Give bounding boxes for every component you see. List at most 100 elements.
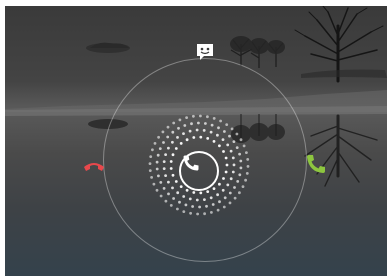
wave-dot — [245, 172, 249, 175]
wave-dot — [148, 169, 152, 173]
wave-dot — [238, 152, 242, 156]
wave-dot — [188, 129, 192, 133]
wave-dot — [239, 166, 243, 170]
wave-dot — [239, 138, 243, 142]
wave-dot — [149, 155, 153, 159]
smiley-message-icon — [197, 44, 213, 60]
wave-dot — [172, 197, 176, 200]
decline-target[interactable] — [82, 154, 108, 180]
wave-dot — [171, 153, 175, 157]
wave-dot — [219, 119, 223, 123]
wave-dot — [184, 203, 188, 207]
wave-dot — [171, 186, 174, 190]
wave-dot — [235, 146, 239, 150]
wave-dot — [222, 150, 225, 153]
lake-wallpaper — [5, 6, 387, 276]
wave-dot — [228, 191, 232, 195]
wave-dot — [182, 210, 186, 214]
wave-dot — [162, 187, 166, 190]
phone-answer-icon — [307, 155, 325, 173]
wave-dot — [155, 188, 159, 192]
wave-dot — [223, 196, 227, 200]
wave-dot — [190, 122, 193, 126]
wave-dot — [161, 130, 165, 134]
wave-dot — [224, 156, 228, 160]
wave-dot — [238, 191, 241, 195]
wave-dot — [156, 153, 160, 157]
wave-dot — [245, 151, 248, 155]
wave-dot — [225, 123, 229, 126]
wave-dot — [232, 140, 236, 144]
wave-dot — [218, 144, 221, 148]
wave-dot — [216, 208, 220, 212]
wave-dot — [235, 132, 239, 136]
wave-dot — [206, 190, 210, 194]
wave-dot — [209, 196, 213, 200]
answer-target[interactable] — [304, 152, 330, 178]
wave-dot — [172, 121, 176, 125]
wave-dot — [185, 188, 189, 192]
wave-dot — [218, 182, 221, 186]
wave-dot — [228, 201, 232, 205]
wave-dot — [199, 135, 203, 139]
wave-dot — [224, 170, 228, 174]
wave-dot — [233, 186, 236, 189]
wave-dot — [238, 173, 242, 177]
wave-dot — [185, 116, 189, 119]
wave-dot — [171, 140, 174, 144]
wave-dot — [150, 176, 154, 179]
wave-dot — [231, 156, 235, 160]
wave-dot — [169, 160, 173, 163]
wave-dot — [152, 182, 156, 186]
wave-dot — [166, 135, 170, 139]
wave-dot — [244, 178, 248, 182]
wave-dot — [212, 117, 216, 120]
wave-dot — [176, 207, 179, 211]
wave-dot — [192, 114, 195, 118]
wave-dot — [230, 127, 234, 131]
wave-dot — [195, 198, 199, 202]
wave-dot — [202, 129, 206, 132]
wave-dot — [153, 142, 157, 145]
wave-dot — [177, 126, 180, 130]
wave-dot — [162, 160, 166, 164]
wave-dot — [222, 177, 225, 180]
wave-dot — [216, 193, 220, 197]
wave-dot — [164, 199, 168, 203]
wave-dot — [164, 153, 168, 157]
message-target[interactable] — [194, 41, 220, 67]
wave-dot — [210, 211, 213, 214]
wave-dot — [229, 177, 233, 181]
wave-dot — [158, 147, 162, 151]
wave-dot — [192, 191, 196, 194]
incoming-call-lockscreen — [0, 0, 392, 276]
wave-dot — [229, 149, 233, 153]
wave-dot — [189, 211, 193, 215]
wave-dot — [155, 167, 159, 171]
phone-hangup-icon — [84, 163, 104, 171]
wave-dot — [188, 197, 192, 201]
wave-dot — [151, 148, 154, 152]
wave-dot — [167, 146, 170, 150]
wave-dot — [236, 180, 240, 183]
wave-dot — [242, 144, 246, 148]
wave-dot — [166, 125, 170, 129]
wave-dot — [174, 180, 178, 183]
wave-dot — [162, 141, 165, 144]
wave-dot — [246, 165, 250, 168]
wave-dot — [210, 123, 214, 127]
answer-handle[interactable] — [179, 151, 219, 191]
wave-dot — [228, 134, 231, 138]
wave-dot — [204, 122, 207, 125]
wave-dot — [171, 130, 175, 134]
wave-dot — [216, 133, 219, 137]
wave-dot — [212, 187, 216, 191]
wave-dot — [206, 137, 210, 140]
wave-dot — [226, 183, 230, 187]
wave-dot — [233, 196, 237, 200]
wave-dot — [232, 163, 236, 167]
wave-dot — [169, 204, 173, 207]
wave-dot — [246, 158, 250, 161]
wave-dot — [195, 128, 199, 132]
wave-dot — [226, 143, 230, 147]
